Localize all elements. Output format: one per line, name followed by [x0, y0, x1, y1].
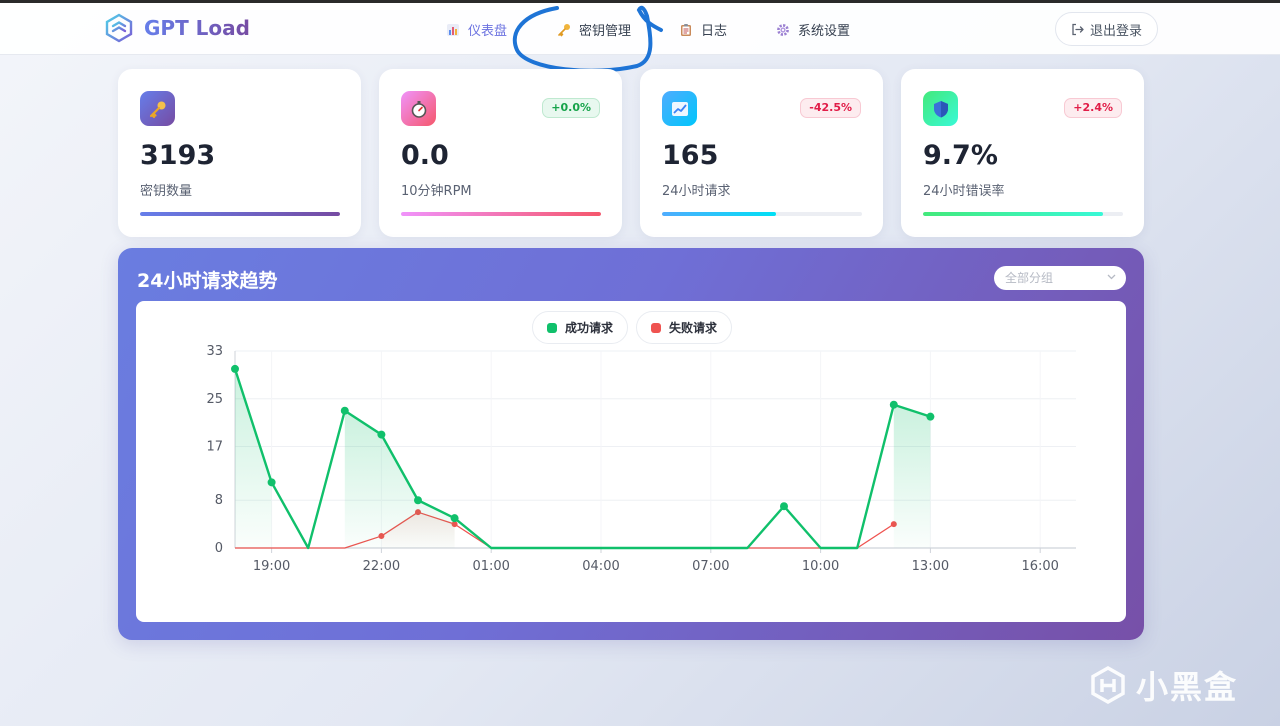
success-data-point	[889, 400, 898, 409]
success-data-point	[231, 364, 239, 373]
success-data-point	[450, 514, 459, 523]
x-tick-label: 04:00	[582, 559, 619, 574]
stat-value: 0.0	[401, 140, 449, 171]
clipboard-icon	[681, 23, 691, 36]
trend-chart-icon	[662, 91, 697, 126]
y-tick-label: 8	[215, 493, 223, 508]
x-tick-label: 19:00	[253, 559, 290, 574]
chart-canvas: 0 8 17 25 33 19:00 22:00 01:00 04:00 07:00 10:00 13…	[206, 344, 1076, 574]
stat-progress-fill	[923, 212, 1103, 216]
key-icon	[140, 91, 175, 126]
success-area	[893, 404, 931, 548]
top-navbar: GPT Load 仪表盘 密钥管理 日志 系统设置 退出登录	[0, 3, 1280, 55]
nav-logs[interactable]: 日志	[679, 20, 727, 39]
stopwatch-icon	[401, 91, 436, 126]
app-logo[interactable]: GPT Load	[104, 13, 250, 43]
chevron-down-icon	[1107, 274, 1116, 280]
success-data-point	[414, 496, 422, 505]
stat-value: 165	[662, 140, 719, 171]
success-data-point	[377, 430, 386, 439]
stat-card-key-count: 3193 密钥数量	[118, 69, 361, 237]
logout-button[interactable]: 退出登录	[1055, 12, 1158, 46]
y-tick-label: 17	[206, 440, 223, 455]
stat-label: 24小时请求	[662, 184, 731, 199]
watermark: 小黑盒	[1088, 662, 1238, 708]
stat-progress-fill	[401, 212, 601, 216]
trend-title: 24小时请求趋势	[137, 270, 278, 292]
x-tick-label: 22:00	[363, 559, 400, 574]
success-data-point	[780, 502, 788, 511]
logo-icon	[105, 13, 133, 43]
watermark-logo-icon	[1091, 665, 1125, 705]
stat-value: 3193	[140, 140, 216, 171]
stat-progress-track	[140, 212, 340, 216]
group-filter-select[interactable]: 全部分组	[994, 266, 1126, 290]
success-data-point	[926, 412, 935, 421]
stat-label: 密钥数量	[140, 184, 193, 199]
app-name: GPT Load	[144, 16, 250, 40]
shield-icon	[923, 91, 958, 126]
watermark-text: 小黑盒	[1136, 668, 1239, 706]
stat-value: 9.7%	[923, 140, 998, 171]
nav-dashboard-label: 仪表盘	[468, 24, 508, 39]
y-tick-label: 33	[206, 344, 223, 359]
nav-dashboard[interactable]: 仪表盘	[446, 20, 507, 39]
success-series-line	[233, 368, 931, 550]
stat-label: 10分钟RPM	[401, 184, 472, 199]
success-area	[235, 368, 272, 548]
x-tick-label: 01:00	[472, 559, 509, 574]
logout-icon	[1072, 23, 1084, 35]
stat-progress-fill	[662, 212, 776, 216]
success-data-point	[267, 478, 276, 487]
stat-card-24h-requests: -42.5% 165 24小时请求	[640, 69, 883, 237]
stat-progress-track	[401, 212, 601, 216]
trend-chart: 成功请求 失败请求 0 8 17 25 33 19:00 22:00 01:00 04:00 07…	[136, 301, 1126, 622]
stat-change-badge: +2.4%	[1064, 98, 1122, 118]
stat-progress-track	[662, 212, 862, 216]
stat-progress-fill	[140, 212, 340, 216]
nav-logs-label: 日志	[701, 24, 728, 39]
x-tick-label: 07:00	[692, 559, 729, 574]
gear-icon	[777, 23, 789, 36]
x-tick-label: 13:00	[912, 559, 949, 574]
stat-card-error-rate: +2.4% 9.7% 24小时错误率	[901, 69, 1144, 237]
stat-change-badge: -42.5%	[800, 98, 861, 118]
y-tick-label: 0	[215, 541, 223, 556]
nav-key-management-label: 密钥管理	[579, 24, 632, 39]
nav-key-management[interactable]: 密钥管理	[557, 20, 631, 39]
key-icon	[558, 23, 570, 36]
group-filter-placeholder: 全部分组	[1005, 271, 1054, 285]
logout-label: 退出登录	[1089, 23, 1142, 39]
x-tick-label: 16:00	[1021, 559, 1058, 574]
success-area	[344, 410, 455, 548]
x-tick-label: 10:00	[802, 559, 839, 574]
y-tick-label: 25	[206, 392, 223, 407]
bar-chart-icon	[447, 23, 459, 36]
nav-system-settings-label: 系统设置	[798, 24, 851, 39]
nav-system-settings[interactable]: 系统设置	[776, 20, 850, 39]
stat-progress-track	[923, 212, 1123, 216]
stat-card-rpm: +0.0% 0.0 10分钟RPM	[379, 69, 622, 237]
stat-change-badge: +0.0%	[542, 98, 600, 118]
success-data-point	[340, 406, 349, 415]
stat-label: 24小时错误率	[923, 184, 1005, 199]
request-trend-panel: 24小时请求趋势 全部分组 成功请求 失败请求 0 8 17 25 33 19:00 22:…	[118, 248, 1144, 640]
